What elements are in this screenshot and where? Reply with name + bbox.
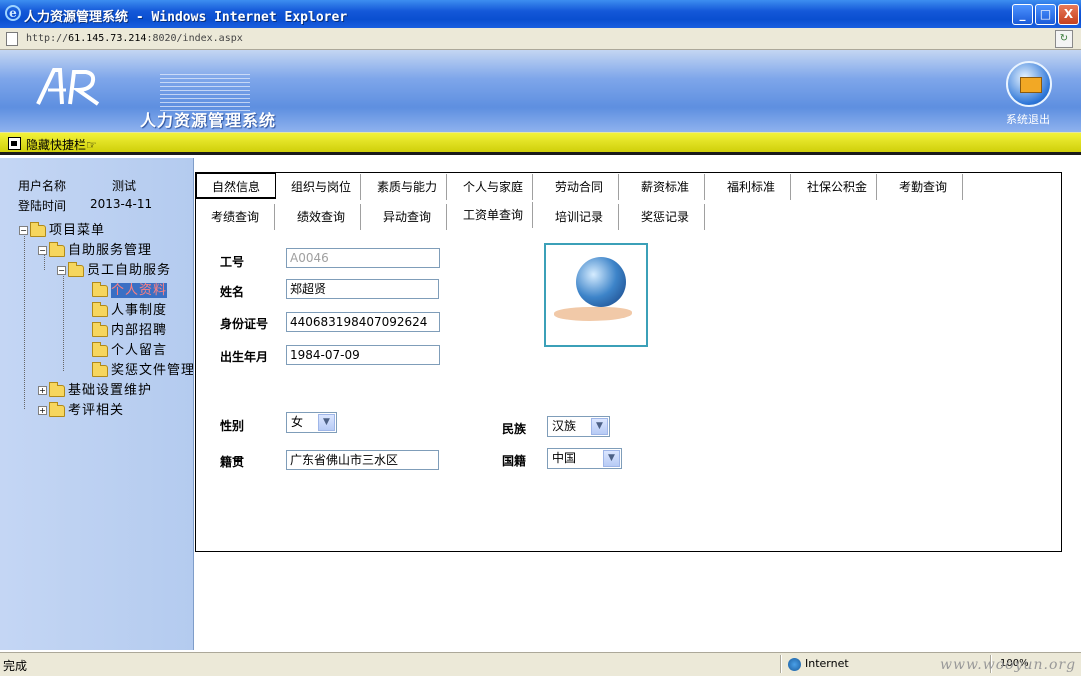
tree-leaf-hr-policy[interactable]: 人事制度 [92,299,167,318]
chevron-down-icon[interactable]: ▼ [603,450,620,467]
nationality-label: 国籍 [502,454,527,468]
ethnic-select[interactable]: 汉族 ▼ [547,416,610,437]
hide-shortcut-link[interactable]: 隐藏快捷栏☞ [26,136,97,153]
chevron-down-icon[interactable]: ▼ [318,414,335,431]
tab-transfer[interactable]: 异动查询 [368,204,447,230]
nationality-select[interactable]: 中国 ▼ [547,448,622,469]
ethnic-value: 汉族 [552,419,577,433]
tree-leaf-personal-message[interactable]: 个人留言 [92,339,167,358]
tab-performance[interactable]: 绩效查询 [282,204,361,230]
globe-icon [576,257,626,307]
tab-org-position[interactable]: 组织与岗位 [282,174,361,200]
app-banner: 人力资源管理系统 系统退出 [0,50,1081,132]
folder-icon [92,361,108,377]
tree-node-evaluation[interactable]: + 考评相关 [38,399,124,418]
login-time-value: 2013-4-11 [90,197,153,211]
folder-icon [49,381,65,397]
tab-welfare-standard[interactable]: 福利标准 [712,174,791,200]
globe-icon [788,657,801,671]
folder-icon [92,341,108,357]
tab-labor-contract[interactable]: 劳动合同 [540,174,619,200]
user-label: 用户名称 [18,179,67,193]
folder-icon [30,221,46,237]
tree-leaf-personal-info[interactable]: 个人资料 [92,279,168,298]
watermark: www.wooyun.org [940,657,1077,673]
folder-icon [49,241,65,257]
gender-value: 女 [291,415,304,429]
user-value: 测试 [112,179,137,193]
tab-performance-grade[interactable]: 考绩查询 [196,204,275,230]
security-zone[interactable]: Internet [788,657,849,671]
status-text: 完成 [3,659,28,673]
ethnic-label: 民族 [502,422,527,436]
name-label: 姓名 [220,285,245,299]
compat-view-icon[interactable]: ↻ [1055,30,1073,48]
folder-icon [92,281,108,297]
status-bar: 完成 Internet 100% [0,652,1081,676]
url-host: 61.145.73.214 [68,33,147,44]
hide-shortcut-icon[interactable] [8,137,21,150]
tab-payslip[interactable]: 工资单查询 [454,202,533,228]
tree-leaf-internal-recruit[interactable]: 内部招聘 [92,319,167,338]
shortcut-bar: 隐藏快捷栏☞ [0,132,1081,155]
folder-icon [49,401,65,417]
tree-node-employee-service[interactable]: − 员工自助服务 [57,259,171,278]
system-name: 人力资源管理系统 [140,111,277,130]
tree-guide [63,274,64,371]
tab-attendance[interactable]: 考勤查询 [884,174,963,200]
birth-label: 出生年月 [220,350,269,364]
ie-logo-icon: e [5,5,21,21]
chevron-down-icon[interactable]: ▼ [591,418,608,435]
hand-icon [554,307,632,321]
name-field[interactable]: 郑超贤 [286,279,439,299]
minimize-button[interactable]: _ [1012,4,1033,25]
tree-leaf-reward-files[interactable]: 奖惩文件管理 [92,359,193,377]
id-no-field[interactable]: 440683198407092624 [286,312,440,332]
tree-guide [24,234,25,409]
id-no-label: 身份证号 [220,317,269,331]
exit-label[interactable]: 系统退出 [1006,111,1050,127]
close-button[interactable]: X [1058,4,1079,25]
url-rest: :8020/index.aspx [146,33,243,44]
url-prefix: http:// [26,33,69,44]
native-place-field[interactable]: 广东省佛山市三水区 [286,450,439,470]
exit-icon[interactable] [1006,61,1052,107]
tab-personal-family[interactable]: 个人与家庭 [454,174,533,200]
tab-natural-info[interactable]: 自然信息 [196,173,276,199]
maximize-button[interactable]: □ [1035,4,1056,25]
folder-icon [92,301,108,317]
native-place-label: 籍贯 [220,455,245,469]
birth-field[interactable]: 1984-07-09 [286,345,440,365]
gender-label: 性别 [220,419,245,433]
tree-node-self-service[interactable]: − 自助服务管理 [38,239,152,258]
url-text[interactable]: http://61.145.73.214:8020/index.aspx [26,33,243,44]
nationality-value: 中国 [552,451,577,465]
tab-social-security[interactable]: 社保公积金 [798,174,877,200]
tab-salary-standard[interactable]: 薪资标准 [626,174,705,200]
tab-quality-ability[interactable]: 素质与能力 [368,174,447,200]
sidebar: 用户名称 测试 登陆时间 2013-4-11 − 项目菜单 − 自助服务管理 − 员工… [0,158,194,650]
employee-photo [544,243,648,347]
emp-no-label: 工号 [220,255,245,269]
tab-training[interactable]: 培训记录 [540,204,619,230]
login-time-label: 登陆时间 [18,199,67,213]
folder-icon [92,321,108,337]
page-icon [6,32,18,46]
company-logo [36,68,100,106]
address-bar[interactable]: http://61.145.73.214:8020/index.aspx ↻ [0,28,1081,50]
window-title-bar: e 人力资源管理系统 - Windows Internet Explorer _… [0,0,1081,28]
tree-node-root[interactable]: − 项目菜单 [19,219,105,238]
gender-select[interactable]: 女 ▼ [286,412,337,433]
tree-node-basic-settings[interactable]: + 基础设置维护 [38,379,152,398]
emp-no-field: A0046 [286,248,440,268]
folder-icon [68,261,84,277]
tab-reward-punish[interactable]: 奖惩记录 [626,204,705,230]
status-divider [780,655,782,673]
window-title: 人力资源管理系统 - Windows Internet Explorer [24,10,348,25]
